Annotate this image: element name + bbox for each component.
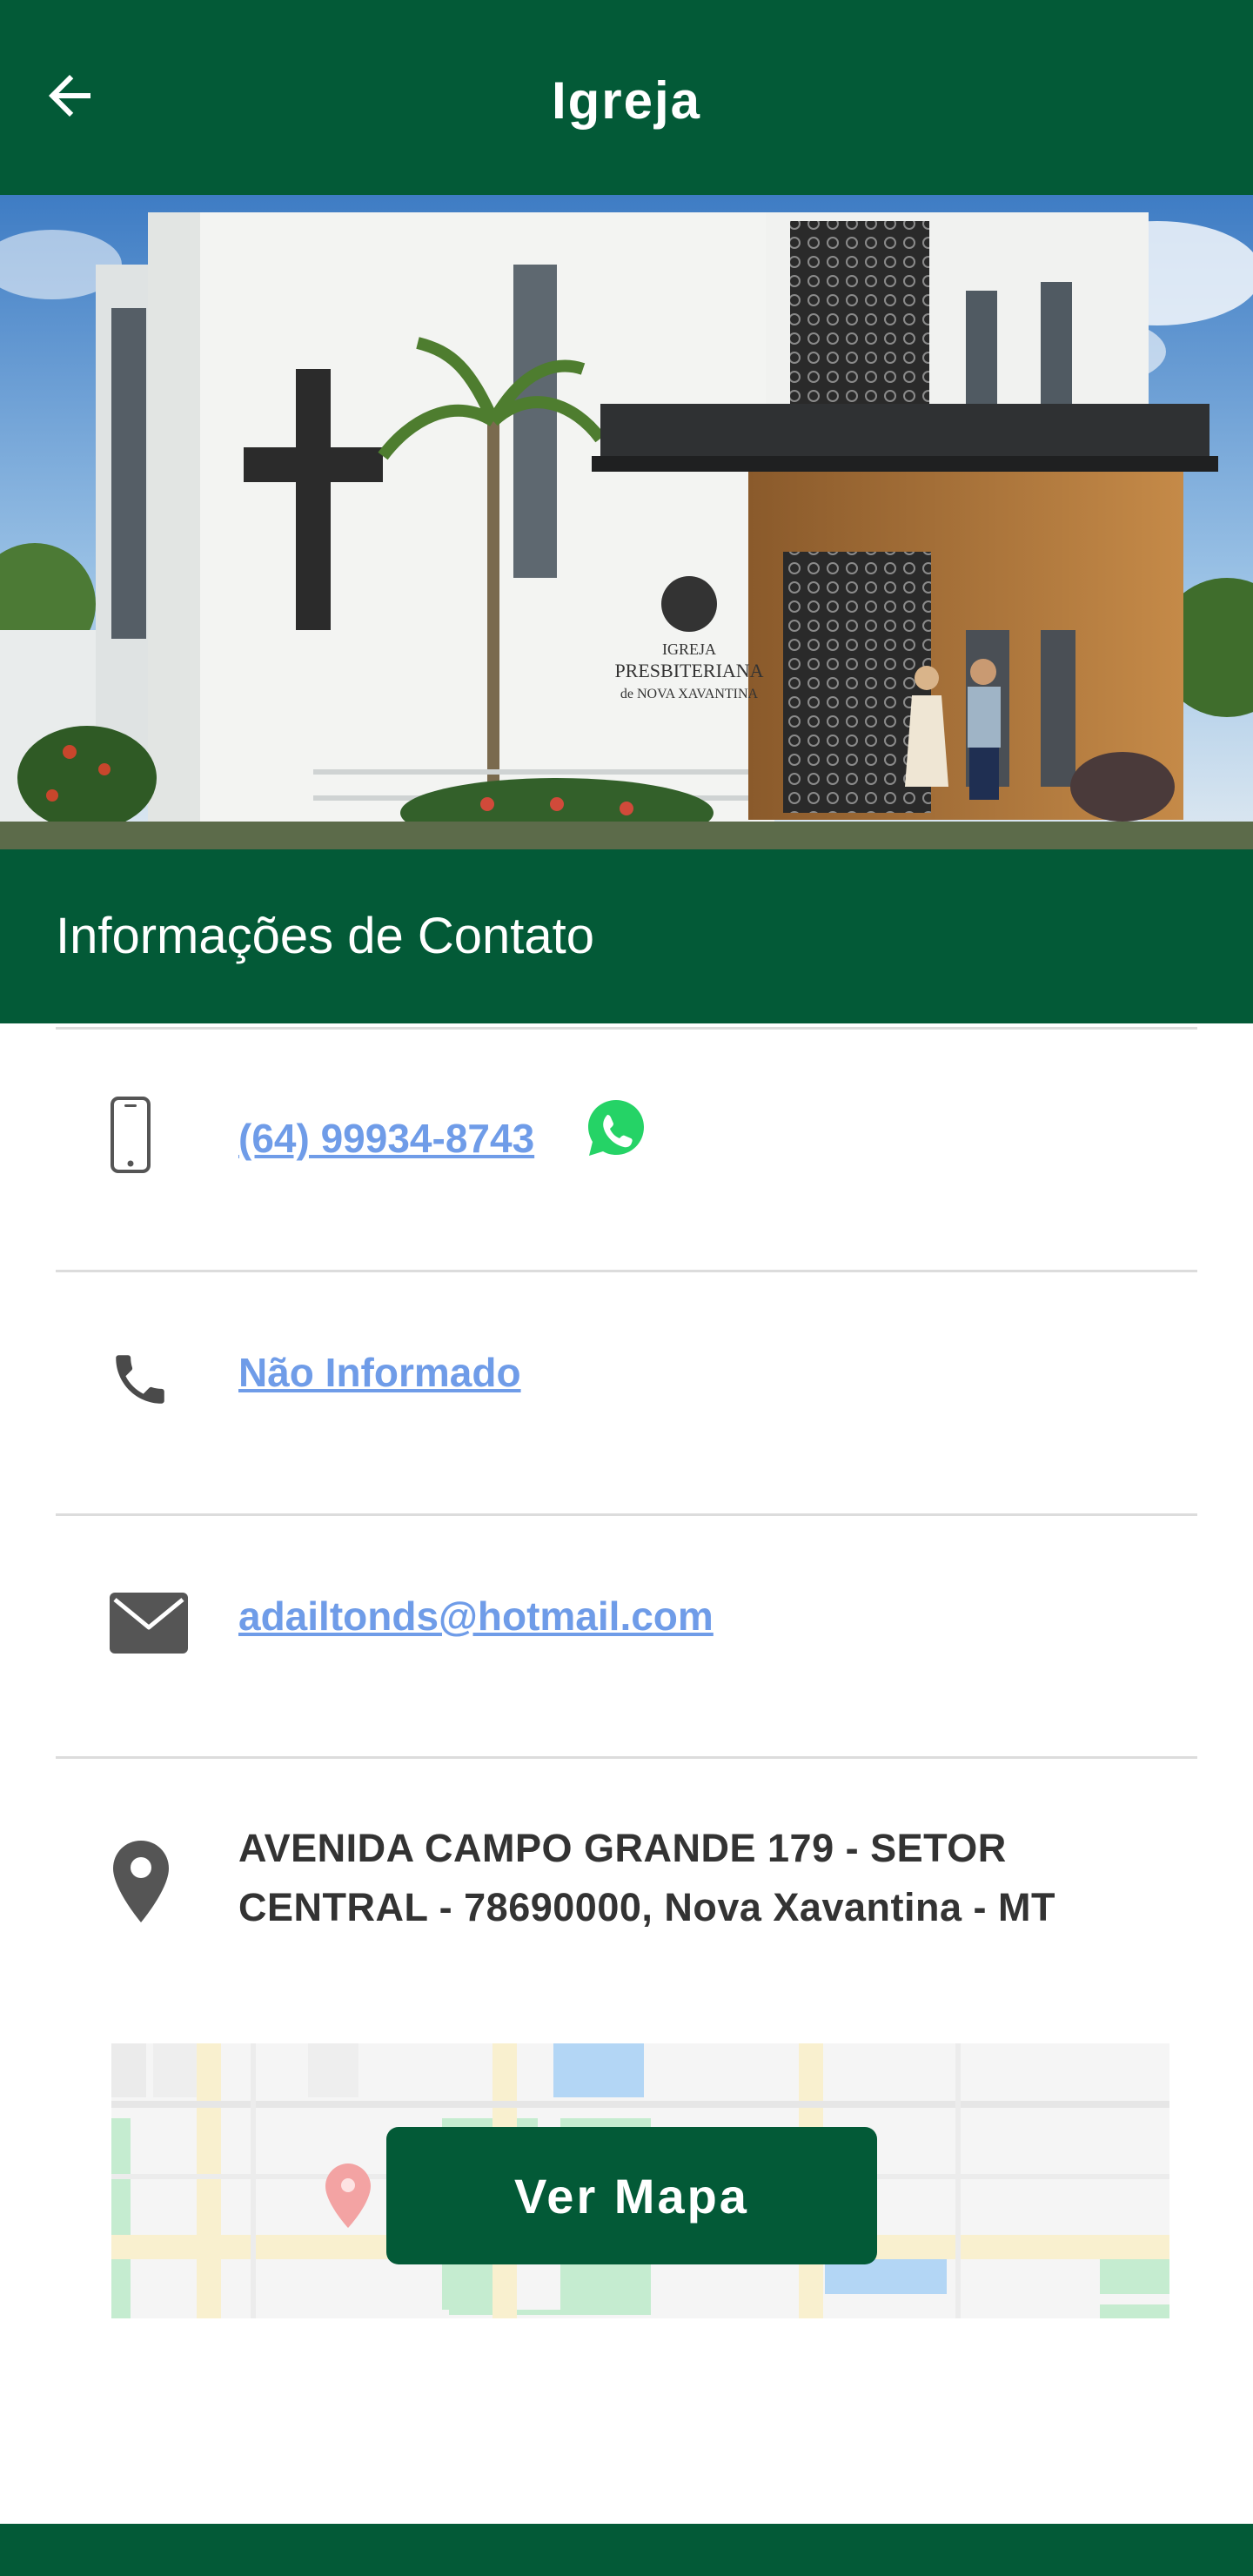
sign-line-3: de NOVA XAVANTINA <box>620 687 759 701</box>
whatsapp-icon[interactable] <box>583 1095 649 1161</box>
email-link[interactable]: adailtonds@hotmail.com <box>238 1593 714 1640</box>
app-bar: Igreja <box>0 0 1253 195</box>
divider <box>56 1756 1197 1759</box>
sign-line-2: PRESBITERIANA <box>614 660 763 681</box>
address-text: AVENIDA CAMPO GRANDE 179 - SETOR CENTRAL… <box>238 1826 1055 1929</box>
section-title: Informações de Contato <box>56 908 595 964</box>
mail-icon <box>110 1591 188 1655</box>
divider <box>56 1270 1197 1272</box>
contact-section-header: Informações de Contato <box>0 849 1253 1023</box>
divider <box>56 1027 1197 1030</box>
page-title: Igreja <box>551 71 702 130</box>
church-photo: IGREJA PRESBITERIANA de NOVA XAVANTINA <box>0 195 1253 849</box>
view-map-button[interactable]: Ver Mapa <box>386 2127 877 2264</box>
location-pin-icon <box>108 1838 174 1925</box>
landline-phone-link[interactable]: Não Informado <box>238 1349 521 1396</box>
bottom-bar <box>0 2524 1253 2576</box>
smartphone-icon <box>103 1093 158 1177</box>
phone-icon <box>104 1344 176 1415</box>
mobile-phone-link[interactable]: (64) 99934-8743 <box>238 1115 534 1162</box>
divider <box>56 1513 1197 1516</box>
sign-line-1: IGREJA <box>662 641 716 658</box>
